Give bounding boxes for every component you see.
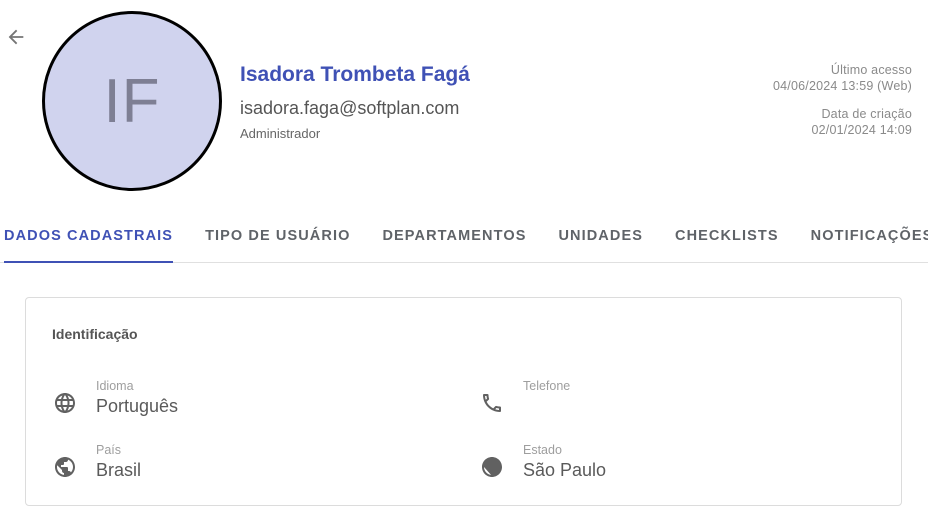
field-telefone: Telefone: [479, 378, 570, 418]
arrow-back-icon: [8, 29, 24, 45]
tab-bar: DADOS CADASTRAIS TIPO DE USUÁRIO DEPARTA…: [0, 214, 928, 263]
field-idioma: Idioma Português: [52, 378, 178, 418]
tab-checklists[interactable]: CHECKLISTS: [659, 214, 795, 262]
field-value: São Paulo: [523, 460, 607, 480]
last-access: Último acesso 04/06/2024 13:59 (Web): [773, 62, 912, 94]
user-name: Isadora Trombeta Fagá: [240, 63, 470, 86]
phone-icon: [479, 390, 505, 416]
tab-unidades[interactable]: UNIDADES: [542, 214, 659, 262]
field-estado: Estado São Paulo: [479, 442, 606, 482]
tab-tipo-de-usuario[interactable]: TIPO DE USUÁRIO: [189, 214, 366, 262]
identification-card: Identificação Idioma Português Telefone: [25, 297, 902, 506]
avatar: IF: [42, 11, 222, 191]
field-label: Telefone: [523, 379, 571, 393]
last-access-label: Último acesso: [830, 63, 912, 77]
field-label: Idioma: [96, 379, 134, 393]
field-value: [523, 394, 570, 418]
avatar-initials: IF: [103, 66, 161, 136]
user-email: isadora.faga@softplan.com: [240, 98, 460, 118]
field-label: Estado: [523, 443, 562, 457]
earth-icon: [52, 454, 78, 480]
globe-icon: [52, 390, 78, 416]
earth-icon: [479, 454, 505, 480]
field-value: Brasil: [96, 460, 142, 480]
card-title: Identificação: [52, 326, 138, 342]
created-date-label: Data de criação: [821, 107, 912, 121]
field-label: País: [96, 443, 122, 457]
created-date-value: 02/01/2024 14:09: [811, 123, 912, 137]
tab-notificacoes[interactable]: NOTIFICAÇÕES: [795, 214, 928, 262]
user-role: Administrador: [240, 126, 321, 141]
field-pais: País Brasil: [52, 442, 141, 482]
created-date: Data de criação 02/01/2024 14:09: [811, 106, 912, 138]
tab-departamentos[interactable]: DEPARTAMENTOS: [366, 214, 542, 262]
tab-dados-cadastrais[interactable]: DADOS CADASTRAIS: [0, 214, 189, 263]
last-access-value: 04/06/2024 13:59 (Web): [773, 79, 912, 93]
back-button[interactable]: [4, 25, 28, 49]
field-value: Português: [96, 396, 179, 416]
